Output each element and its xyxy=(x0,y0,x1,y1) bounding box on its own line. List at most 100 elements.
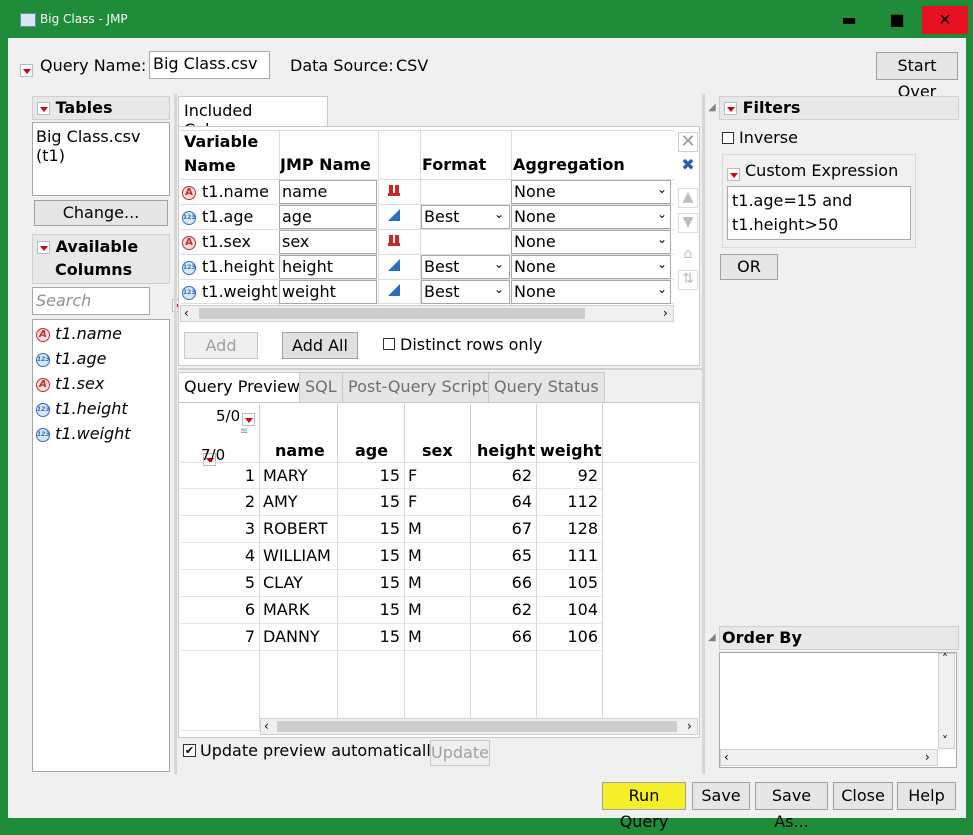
available-column-item[interactable]: A t1.sex xyxy=(36,374,169,399)
change-table-button[interactable]: Change... xyxy=(34,200,168,226)
available-menu-icon[interactable] xyxy=(37,241,50,254)
jmp-name-input[interactable]: height xyxy=(279,255,377,279)
table-row[interactable]: 4 WILLIAM 15 M 65 111 xyxy=(180,543,698,570)
custom-expression-menu-icon[interactable] xyxy=(727,168,740,181)
format-select[interactable]: Best ⌄ xyxy=(421,280,510,304)
aggregation-select[interactable]: None ⌄ xyxy=(511,255,671,279)
scroll-left-icon[interactable]: ‹ xyxy=(264,719,269,733)
remove-all-icon[interactable]: ✖ xyxy=(678,156,698,176)
update-preview-checkbox[interactable]: ✔ xyxy=(183,744,196,757)
table-item[interactable]: Big Class.csv (t1) xyxy=(36,127,166,165)
columns-menu-icon[interactable] xyxy=(242,413,255,426)
scroll-thumb[interactable] xyxy=(277,721,677,732)
custom-expression-box[interactable]: t1.age=15 and t1.height>50 xyxy=(727,186,911,240)
nominal-modeling-icon[interactable]: ▮▮ xyxy=(388,183,400,196)
tab-post-query-script[interactable]: Post-Query Script xyxy=(342,372,494,402)
jmp-name-input[interactable]: sex xyxy=(279,230,377,254)
middle-splitter[interactable] xyxy=(178,368,702,370)
maximize-button[interactable]: ■ xyxy=(874,6,920,34)
distinct-rows-checkbox[interactable] xyxy=(383,338,395,350)
jmp-name-input[interactable]: name xyxy=(279,180,377,204)
aggregation-select[interactable]: None ⌄ xyxy=(511,230,671,254)
scroll-left-icon[interactable]: ‹ xyxy=(184,306,189,320)
tab-included-columns[interactable]: Included Columns xyxy=(178,96,328,139)
right-splitter[interactable] xyxy=(702,94,705,774)
preview-header-age[interactable]: age xyxy=(355,441,388,460)
scroll-right-icon[interactable]: › xyxy=(663,306,668,320)
update-button[interactable]: Update xyxy=(430,740,490,766)
start-over-button[interactable]: Start Over xyxy=(876,52,958,101)
aggregation-select[interactable]: None ⌄ xyxy=(511,280,671,304)
run-query-button[interactable]: Run Query xyxy=(602,782,686,831)
available-column-item[interactable]: 123 t1.height xyxy=(36,399,169,424)
column-search-input[interactable]: Search xyxy=(32,287,150,315)
save-as-button[interactable]: Save As... xyxy=(755,782,828,831)
column-selector-icon[interactable]: ≡ xyxy=(240,426,248,437)
format-select[interactable]: Best ⌄ xyxy=(421,205,510,229)
close-button[interactable]: Close xyxy=(833,782,893,810)
add-all-button[interactable]: Add All xyxy=(282,332,358,359)
tab-query-preview[interactable]: Query Preview xyxy=(178,372,306,402)
tab-query-status[interactable]: Query Status xyxy=(488,372,605,402)
filter-column-icon[interactable]: ⌂ xyxy=(678,246,698,266)
character-column-icon: A xyxy=(182,235,196,250)
included-row[interactable]: 123 t1.height height Best ⌄ None ⌄ xyxy=(180,254,674,279)
continuous-modeling-icon[interactable] xyxy=(388,259,400,271)
jmp-name-input[interactable]: weight xyxy=(279,280,377,304)
tables-menu-icon[interactable] xyxy=(37,102,50,115)
order-by-horizontal-scrollbar[interactable]: ‹ › xyxy=(720,749,938,766)
close-window-button[interactable]: ✕ xyxy=(922,6,968,34)
preview-header-height[interactable]: height xyxy=(477,441,535,460)
table-row[interactable]: 7 DANNY 15 M 66 106 xyxy=(180,624,698,651)
included-row[interactable]: A t1.name name ▮▮ None ⌄ xyxy=(180,179,674,204)
available-columns-list: A t1.name 123 t1.age A t1.sex 123 t1.hei… xyxy=(32,319,170,772)
minimize-button[interactable]: ▬ xyxy=(826,6,872,34)
scroll-left-icon[interactable]: ‹ xyxy=(724,750,729,764)
continuous-modeling-icon[interactable] xyxy=(388,284,400,296)
query-menu-icon[interactable] xyxy=(20,64,33,77)
order-by-vertical-scrollbar[interactable]: ˄ ˅ xyxy=(938,652,955,749)
table-row[interactable]: 5 CLAY 15 M 66 105 xyxy=(180,570,698,597)
inverse-checkbox[interactable] xyxy=(722,132,734,144)
table-row[interactable]: 3 ROBERT 15 M 67 128 xyxy=(180,516,698,543)
aggregation-select[interactable]: None ⌄ xyxy=(511,205,671,229)
scroll-up-icon[interactable]: ˄ xyxy=(942,652,948,666)
table-row[interactable]: 6 MARK 15 M 62 104 xyxy=(180,597,698,624)
filters-menu-icon[interactable] xyxy=(724,102,737,115)
included-row[interactable]: A t1.sex sex ▮▮ None ⌄ xyxy=(180,229,674,254)
move-down-icon[interactable]: ▼ xyxy=(678,213,698,233)
format-select[interactable]: Best ⌄ xyxy=(421,255,510,279)
preview-header-name[interactable]: name xyxy=(275,441,325,460)
included-horizontal-scrollbar[interactable]: ‹ › xyxy=(180,305,674,322)
character-column-icon: A xyxy=(36,377,50,392)
included-row[interactable]: 123 t1.weight weight Best ⌄ None ⌄ xyxy=(180,279,674,304)
preview-header-weight[interactable]: weight xyxy=(540,441,602,460)
help-button[interactable]: Help xyxy=(897,782,956,810)
table-row[interactable]: 1 MARY 15 F 62 92 xyxy=(180,462,698,489)
included-row[interactable]: 123 t1.age age Best ⌄ None ⌄ xyxy=(180,204,674,229)
left-splitter[interactable] xyxy=(174,94,177,774)
tab-sql[interactable]: SQL xyxy=(299,372,343,402)
aggregation-select[interactable]: None ⌄ xyxy=(511,180,671,204)
or-button[interactable]: OR xyxy=(720,254,778,280)
add-button[interactable]: Add xyxy=(184,332,258,359)
filters-header-label: Filters xyxy=(742,98,801,117)
available-column-item[interactable]: A t1.name xyxy=(36,324,169,349)
available-column-item[interactable]: 123 t1.age xyxy=(36,349,169,374)
scroll-down-icon[interactable]: ˅ xyxy=(942,734,948,748)
query-name-input[interactable]: Big Class.csv xyxy=(149,51,270,79)
scroll-right-icon[interactable]: › xyxy=(687,719,692,733)
scroll-thumb[interactable] xyxy=(199,308,585,319)
remove-column-icon[interactable]: ✕ xyxy=(678,132,698,152)
save-button[interactable]: Save xyxy=(692,782,750,810)
move-up-icon[interactable]: ▲ xyxy=(678,188,698,208)
scroll-right-icon[interactable]: › xyxy=(925,750,930,764)
nominal-modeling-icon[interactable]: ▮▮ xyxy=(388,233,400,246)
sort-column-icon[interactable]: ⇅ xyxy=(678,270,698,290)
available-column-item[interactable]: 123 t1.weight xyxy=(36,424,169,449)
preview-header-sex[interactable]: sex xyxy=(422,441,453,460)
table-row[interactable]: 2 AMY 15 F 64 112 xyxy=(180,489,698,516)
jmp-name-input[interactable]: age xyxy=(279,205,377,229)
continuous-modeling-icon[interactable] xyxy=(388,209,400,221)
preview-horizontal-scrollbar[interactable]: ‹ › xyxy=(260,718,698,735)
